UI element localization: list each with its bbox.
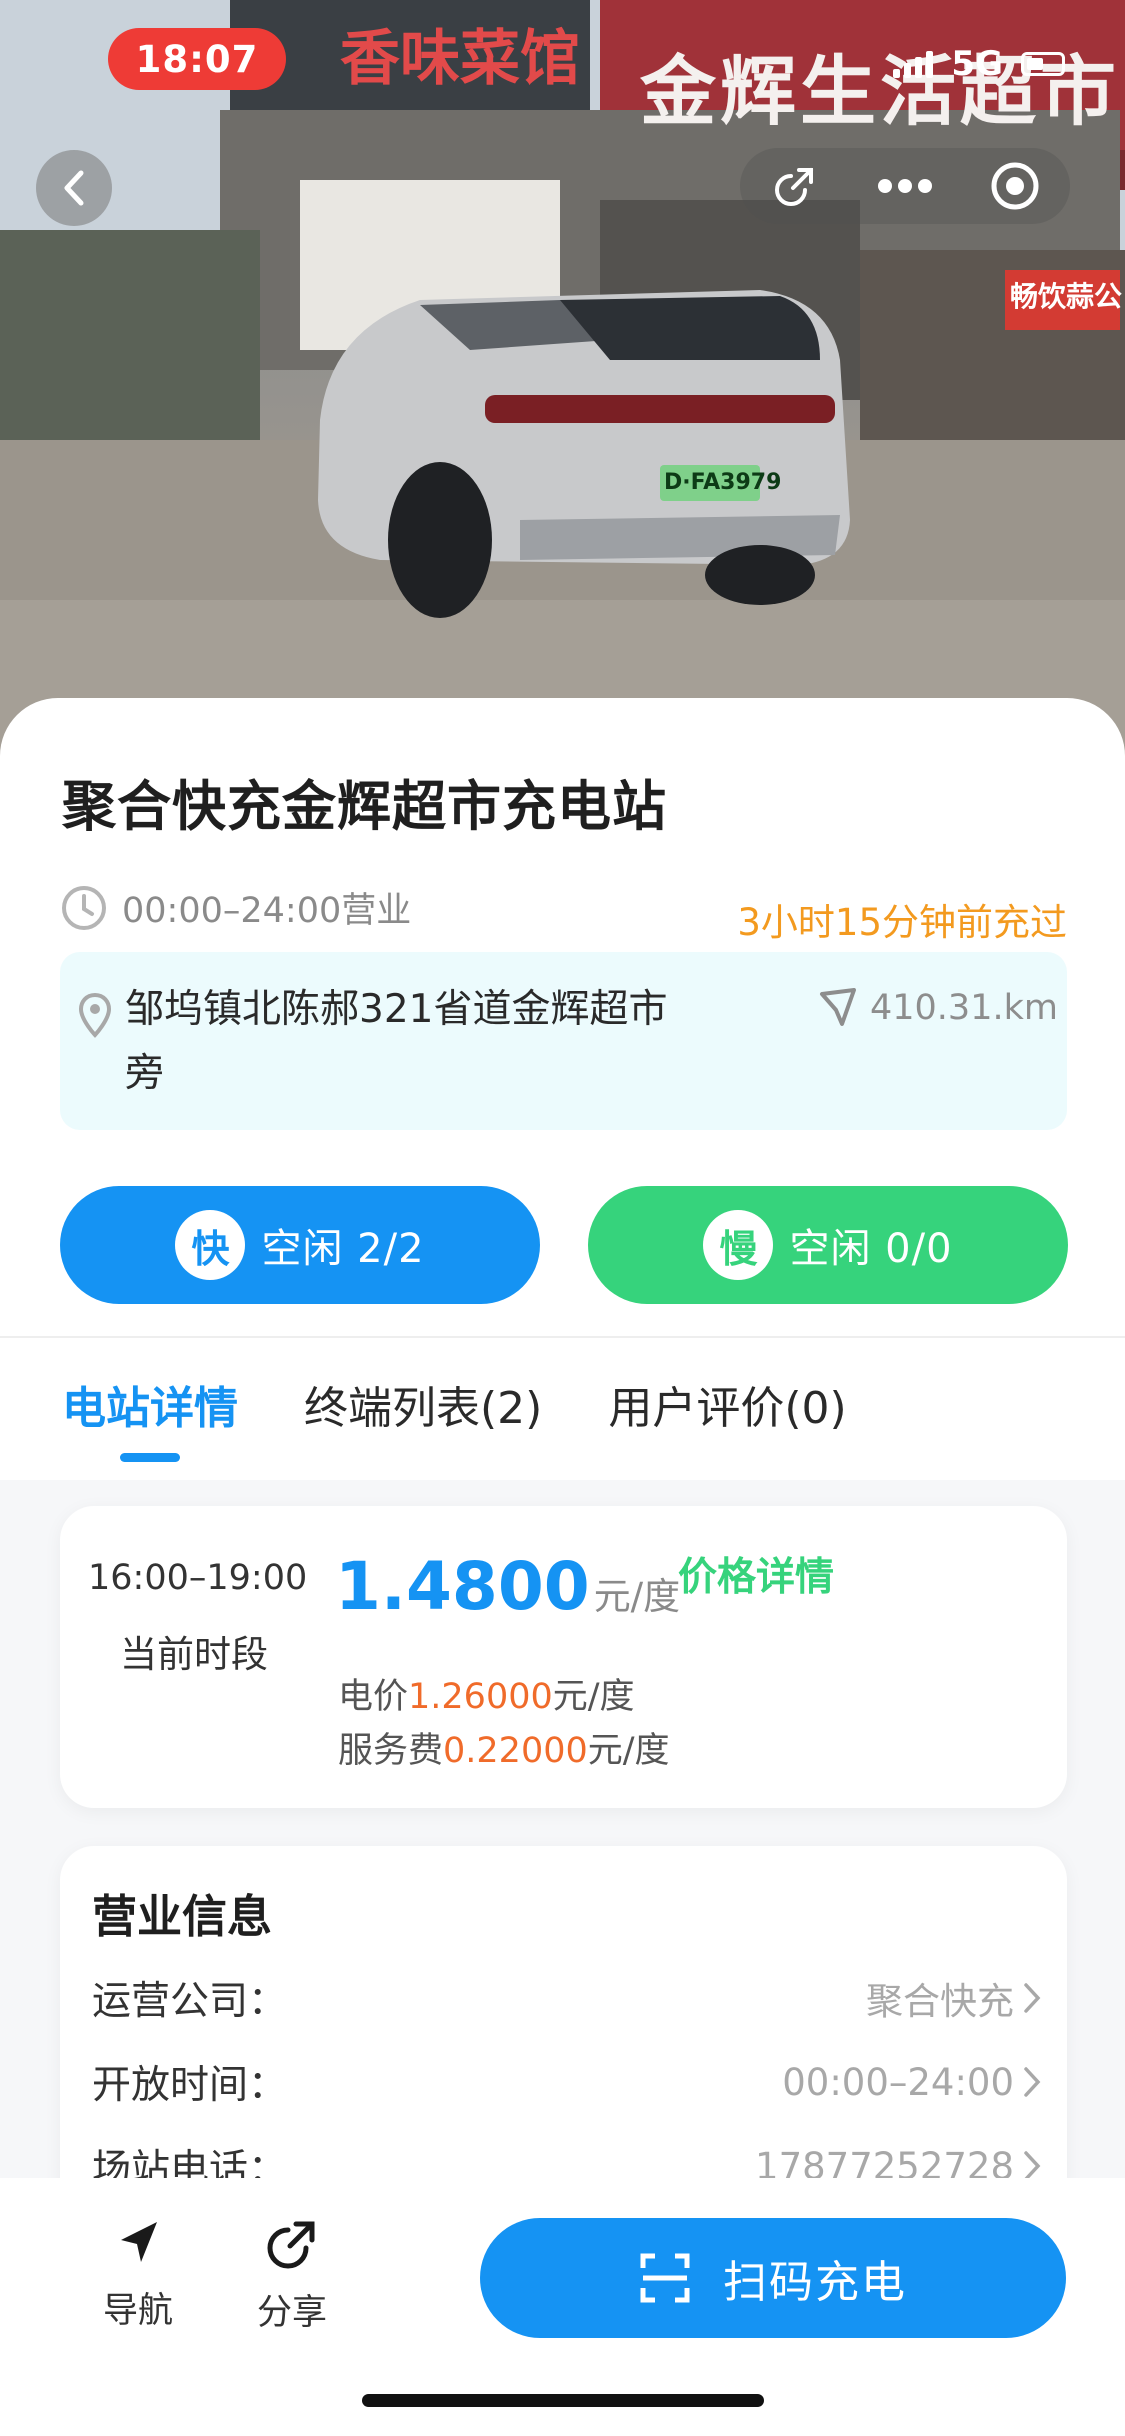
shop-sign-text: 畅饮蒜公 bbox=[1010, 280, 1123, 313]
slow-charger-status[interactable]: 慢 空闲 0/0 bbox=[588, 1186, 1068, 1304]
station-title: 聚合快充金辉超市充电站 bbox=[62, 775, 667, 838]
slow-badge: 慢 bbox=[703, 1210, 774, 1280]
scan-icon bbox=[640, 2253, 690, 2303]
navigation-icon bbox=[121, 2222, 157, 2262]
target-icon bbox=[991, 162, 1039, 210]
chevron-right-icon bbox=[1024, 1983, 1041, 2013]
share-label: 分享 bbox=[256, 2293, 327, 2333]
active-tab-indicator bbox=[120, 1453, 180, 1462]
price-detail-link[interactable]: 价格详情 bbox=[678, 1546, 834, 1602]
navigation-arrow-icon[interactable] bbox=[816, 986, 860, 1030]
address-text: 邹坞镇北陈郝321省道金辉超市旁 bbox=[125, 987, 668, 1096]
electricity-price-line: 电价1.26000元/度 bbox=[338, 1668, 635, 1719]
license-plate: D·FA3979 bbox=[664, 470, 782, 495]
period-label: 当前时段 bbox=[120, 1633, 268, 1676]
back-icon bbox=[64, 170, 84, 206]
open-time-label: 开放时间： bbox=[92, 2063, 288, 2108]
period-time: 16:00–19:00 bbox=[88, 1558, 308, 1598]
price-value: 1.4800 bbox=[335, 1548, 590, 1625]
price-unit: 元/度 bbox=[593, 1575, 681, 1618]
service-unit: 元/度 bbox=[587, 1731, 670, 1771]
share-icon bbox=[775, 168, 813, 206]
tab-user-reviews[interactable]: 用户评价(0) bbox=[608, 1372, 846, 1436]
hours-text: 00:00–24:00营业 bbox=[122, 891, 412, 931]
operator-value: 聚合快充 bbox=[866, 1980, 1014, 2023]
open-time-value: 00:00–24:00 bbox=[782, 2060, 1014, 2104]
network-label: 5G bbox=[951, 44, 1003, 84]
address-box[interactable]: 邹坞镇北陈郝321省道金辉超市旁 410.31.km bbox=[60, 952, 1067, 1130]
more-button[interactable] bbox=[865, 154, 945, 218]
fast-status-text: 空闲 2/2 bbox=[261, 1226, 425, 1272]
navigate-label: 导航 bbox=[102, 2291, 173, 2331]
scan-charge-button[interactable]: 扫码充电 bbox=[480, 2218, 1066, 2338]
service-fee-line: 服务费0.22000元/度 bbox=[338, 1722, 670, 1773]
share-button[interactable]: 分享 bbox=[242, 2218, 342, 2335]
distance-text: 410.31.km bbox=[870, 988, 1058, 1028]
fast-charger-status[interactable]: 快 空闲 2/2 bbox=[60, 1186, 540, 1304]
electricity-label: 电价 bbox=[338, 1677, 409, 1717]
business-info-title: 营业信息 bbox=[92, 1890, 273, 1943]
share-icon bbox=[267, 2221, 315, 2269]
chevron-right-icon bbox=[1024, 2067, 1041, 2097]
battery-icon bbox=[1021, 52, 1065, 76]
location-pin-icon bbox=[78, 992, 112, 1038]
close-miniprogram-button[interactable] bbox=[975, 154, 1055, 218]
navigate-button[interactable]: 导航 bbox=[88, 2218, 188, 2333]
status-indicators: 5G bbox=[893, 44, 1065, 84]
station-photo: 香味菜馆 金辉生活超市 畅饮蒜公 D·FA3979 bbox=[0, 0, 1125, 760]
restaurant-sign-text: 香味菜馆 bbox=[340, 24, 580, 94]
section-divider bbox=[0, 1336, 1125, 1338]
mini-program-capsule bbox=[740, 148, 1070, 224]
operator-label: 运营公司： bbox=[92, 1979, 288, 2024]
home-indicator bbox=[362, 2394, 764, 2407]
scan-charge-label: 扫码充电 bbox=[723, 2257, 907, 2308]
electricity-unit: 元/度 bbox=[552, 1677, 635, 1717]
share-capsule-button[interactable] bbox=[755, 154, 835, 218]
open-time-row[interactable]: 开放时间： 00:00–24:00 bbox=[92, 2054, 1042, 2110]
fast-badge: 快 bbox=[175, 1210, 246, 1280]
status-time: 18:07 bbox=[108, 28, 286, 90]
operator-row[interactable]: 运营公司： 聚合快充 bbox=[92, 1970, 1042, 2026]
tab-terminal-list[interactable]: 终端列表(2) bbox=[304, 1372, 542, 1436]
detail-tabs: 电站详情 终端列表(2) 用户评价(0) bbox=[62, 1372, 847, 1436]
opening-hours: 00:00–24:00营业 bbox=[60, 882, 411, 933]
clock-icon bbox=[62, 885, 106, 930]
last-charged-text: 3小时15分钟前充过 bbox=[737, 901, 1067, 944]
electricity-value: 1.26000 bbox=[408, 1677, 553, 1717]
tab-station-details[interactable]: 电站详情 bbox=[62, 1372, 238, 1436]
signal-icon bbox=[893, 50, 934, 78]
total-price: 1.4800 元/度 bbox=[335, 1548, 680, 1625]
service-label: 服务费 bbox=[338, 1731, 444, 1771]
price-card: 16:00–19:00 当前时段 1.4800 元/度 价格详情 电价1.260… bbox=[60, 1506, 1067, 1808]
back-button[interactable] bbox=[36, 150, 112, 226]
service-value: 0.22000 bbox=[443, 1731, 588, 1771]
more-icon bbox=[878, 179, 932, 193]
slow-status-text: 空闲 0/0 bbox=[789, 1226, 953, 1272]
